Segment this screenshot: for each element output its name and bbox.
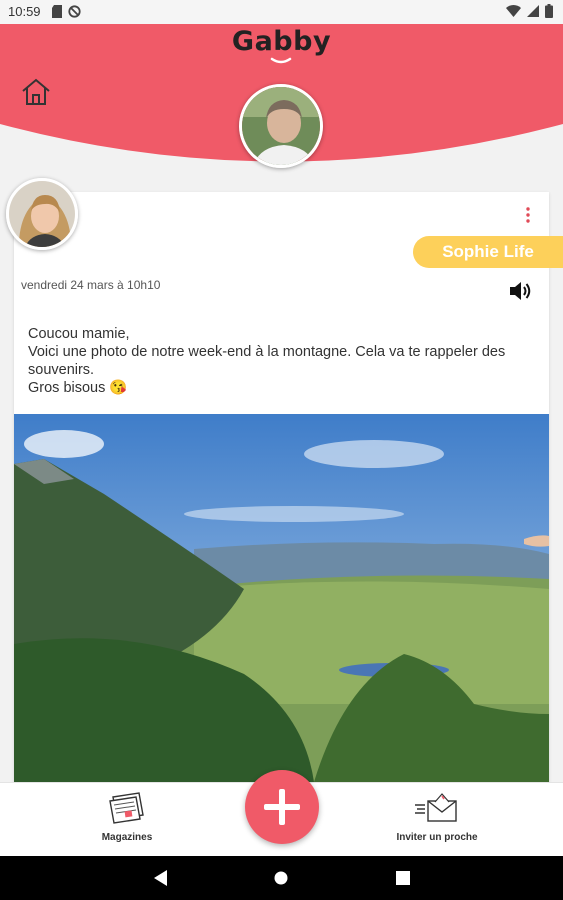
invite-label: Inviter un proche — [396, 832, 478, 843]
post-message-line: Gros bisous 😘 — [28, 380, 128, 396]
more-vertical-icon — [526, 207, 530, 223]
recents-icon[interactable] — [396, 871, 410, 885]
post-photo[interactable] — [14, 414, 549, 782]
home-circle-icon[interactable] — [274, 871, 288, 885]
user-avatar[interactable] — [239, 84, 323, 168]
status-bar: 10:59 — [0, 0, 563, 24]
sd-card-icon — [52, 5, 62, 18]
post-menu-button[interactable] — [520, 204, 536, 226]
status-time: 10:59 — [8, 4, 41, 19]
speaker-icon — [510, 282, 531, 300]
magazines-label: Magazines — [101, 832, 153, 843]
invite-envelope-icon — [415, 793, 457, 822]
app-header: Gabby — [0, 24, 563, 174]
add-post-button[interactable] — [245, 770, 319, 844]
system-navigation-bar — [0, 856, 563, 900]
logo-smile — [270, 57, 292, 64]
battery-icon — [545, 4, 553, 18]
magazines-button[interactable]: Magazines — [90, 791, 164, 843]
cell-signal-icon — [527, 5, 539, 17]
home-button[interactable] — [20, 76, 52, 108]
app-logo: Gabby — [231, 26, 332, 57]
post-message-line: Coucou mamie, — [28, 326, 130, 342]
home-icon — [22, 78, 50, 105]
author-avatar[interactable] — [6, 178, 78, 250]
invite-button[interactable]: Inviter un proche — [385, 791, 489, 843]
wifi-icon — [506, 5, 521, 17]
author-name-tag: Sophie Life — [413, 236, 563, 268]
post-message-line: Voici une photo de notre week-end à la m… — [28, 344, 506, 378]
back-icon[interactable] — [154, 870, 168, 886]
no-signal-circle-icon — [68, 5, 81, 18]
post-date: vendredi 24 mars à 10h10 — [21, 278, 161, 292]
post-message: Coucou mamie, Voici une photo de notre w… — [28, 325, 533, 397]
read-aloud-button[interactable] — [508, 280, 532, 302]
magazines-icon — [109, 792, 144, 824]
